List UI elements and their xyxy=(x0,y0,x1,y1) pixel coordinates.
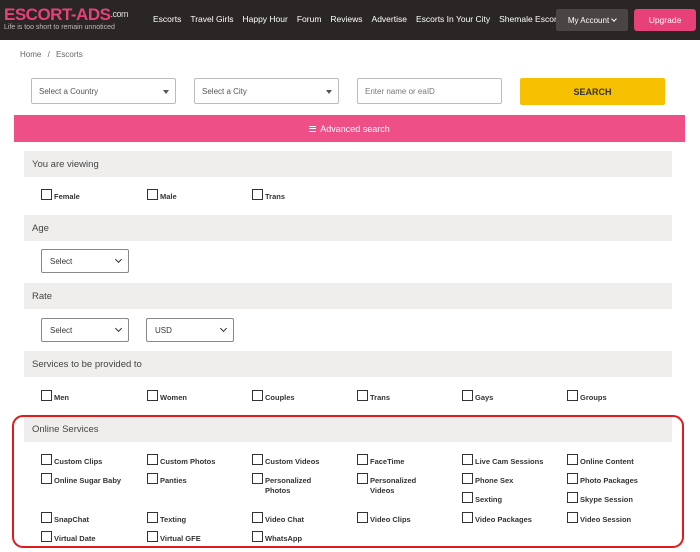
rate-select-value: Select xyxy=(50,325,73,335)
chevron-down-icon xyxy=(114,255,123,264)
age-select-value: Select xyxy=(50,256,73,266)
upgrade-button[interactable]: Upgrade xyxy=(634,9,696,31)
logo-suffix: .com xyxy=(110,9,128,19)
my-account-label: My Account xyxy=(567,15,610,25)
checkbox-box[interactable] xyxy=(567,390,578,401)
nav-travel-girls[interactable]: Travel Girls xyxy=(190,14,233,24)
search-button[interactable]: SEARCH xyxy=(520,78,665,105)
checkbox-trans-service[interactable]: Trans xyxy=(357,390,391,403)
advanced-search-bar[interactable]: Advanced search xyxy=(14,115,685,142)
logo-text: ESCORT-ADS xyxy=(4,5,111,24)
breadcrumb-home[interactable]: Home xyxy=(20,50,41,59)
checkbox-gays[interactable]: Gays xyxy=(462,390,494,403)
checkbox-box[interactable] xyxy=(462,390,473,401)
checkbox-male[interactable]: Male xyxy=(147,189,177,202)
checkbox-box[interactable] xyxy=(357,390,368,401)
checkbox-label: Male xyxy=(160,192,177,201)
rate-select[interactable]: Select xyxy=(41,318,129,342)
currency-select[interactable]: USD xyxy=(146,318,234,342)
breadcrumb: Home / Escorts xyxy=(20,50,87,59)
section-you-are-viewing: You are viewing xyxy=(24,151,672,177)
city-select[interactable]: Select a City xyxy=(194,78,339,104)
site-logo[interactable]: ESCORT-ADS.com Life is too short to rema… xyxy=(4,6,128,32)
checkbox-women[interactable]: Women xyxy=(147,390,187,403)
advanced-search-label: Advanced search xyxy=(320,123,390,134)
checkbox-label: Women xyxy=(160,393,187,402)
checkbox-box[interactable] xyxy=(252,390,263,401)
checkbox-box[interactable] xyxy=(147,390,158,401)
checkbox-box[interactable] xyxy=(147,189,158,200)
nav-advertise[interactable]: Advertise xyxy=(372,14,407,24)
section-rate: Rate xyxy=(24,283,672,309)
city-select-placeholder: Select a City xyxy=(202,86,247,96)
checkbox-label: Trans xyxy=(265,192,286,201)
chevron-down-icon xyxy=(219,324,228,333)
country-select[interactable]: Select a Country xyxy=(31,78,176,104)
chevron-down-icon xyxy=(611,16,618,22)
caret-down-icon xyxy=(163,90,169,94)
nav-escorts-in-your-city[interactable]: Escorts In Your City xyxy=(416,14,490,24)
age-select[interactable]: Select xyxy=(41,249,129,273)
breadcrumb-current: Escorts xyxy=(56,50,83,59)
chevron-down-icon xyxy=(114,324,123,333)
checkbox-label: Trans xyxy=(370,393,391,402)
online-services-highlight xyxy=(12,415,684,548)
main-nav: Escorts Travel Girls Happy Hour Forum Re… xyxy=(153,14,572,24)
currency-select-value: USD xyxy=(155,325,172,335)
checkbox-label: Men xyxy=(54,393,69,402)
checkbox-box[interactable] xyxy=(41,189,52,200)
top-navbar: ESCORT-ADS.com Life is too short to rema… xyxy=(0,0,700,40)
checkbox-label: Couples xyxy=(265,393,295,402)
checkbox-box[interactable] xyxy=(41,390,52,401)
menu-icon xyxy=(309,125,317,132)
checkbox-men[interactable]: Men xyxy=(41,390,69,403)
checkbox-box[interactable] xyxy=(252,189,263,200)
checkbox-female[interactable]: Female xyxy=(41,189,80,202)
nav-reviews[interactable]: Reviews xyxy=(330,14,362,24)
logo-tagline: Life is too short to remain unnoticed xyxy=(4,24,115,31)
nav-shemale-escorts[interactable]: Shemale Escorts xyxy=(499,14,563,24)
breadcrumb-separator: / xyxy=(47,50,50,59)
checkbox-trans[interactable]: Trans xyxy=(252,189,286,202)
checkbox-couples[interactable]: Couples xyxy=(252,390,295,403)
checkbox-groups[interactable]: Groups xyxy=(567,390,607,403)
nav-happy-hour[interactable]: Happy Hour xyxy=(242,14,287,24)
section-services-provided-to: Services to be provided to xyxy=(24,351,672,377)
nav-forum[interactable]: Forum xyxy=(297,14,322,24)
checkbox-label: Groups xyxy=(580,393,607,402)
caret-down-icon xyxy=(326,90,332,94)
name-search-input[interactable]: Enter name or eaID xyxy=(357,78,502,104)
nav-escorts[interactable]: Escorts xyxy=(153,14,181,24)
my-account-button[interactable]: My Account xyxy=(556,9,628,31)
checkbox-label: Female xyxy=(54,192,80,201)
checkbox-label: Gays xyxy=(475,393,494,402)
section-age: Age xyxy=(24,215,672,241)
name-search-placeholder: Enter name or eaID xyxy=(365,86,435,96)
country-select-placeholder: Select a Country xyxy=(39,86,99,96)
